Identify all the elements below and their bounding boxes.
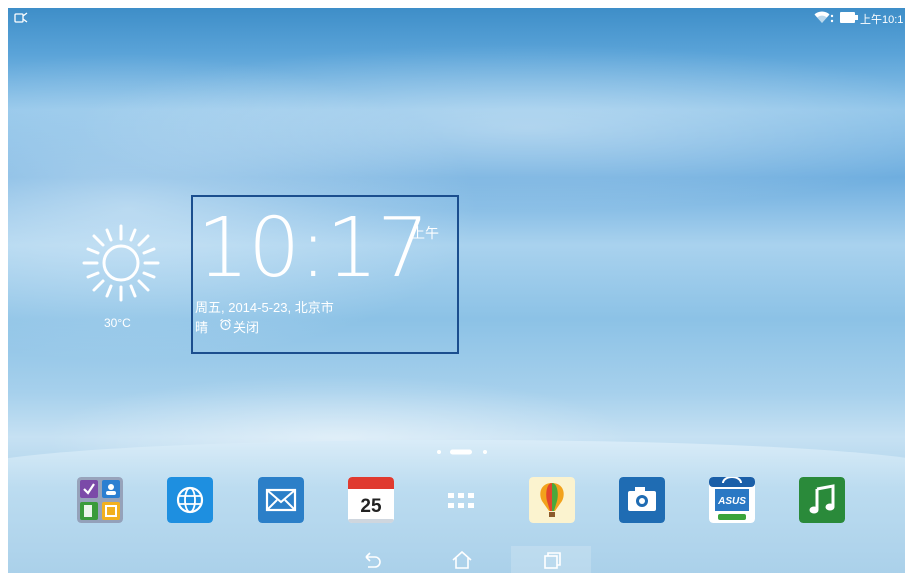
calendar-app-icon[interactable]: 25 bbox=[348, 477, 394, 523]
page-dot bbox=[437, 450, 441, 454]
page-indicator[interactable] bbox=[436, 448, 488, 456]
clock-time: 10:17 bbox=[197, 201, 429, 296]
back-icon[interactable] bbox=[360, 549, 384, 571]
home-icon[interactable] bbox=[450, 549, 474, 571]
music-app-icon[interactable] bbox=[799, 477, 845, 523]
clock-date: 周五, 2014-5-23, 北京市 bbox=[195, 300, 334, 315]
signal-dots-icon bbox=[830, 14, 834, 23]
wifi-icon bbox=[814, 11, 830, 23]
status-time: 上午10:1 bbox=[860, 14, 904, 26]
page-dot-active bbox=[450, 449, 472, 455]
alarm-status: 关闭 bbox=[233, 320, 260, 335]
svg-text:ASUS: ASUS bbox=[717, 496, 746, 507]
weather-temperature: 30°C bbox=[104, 316, 131, 330]
gallery-app-icon[interactable] bbox=[529, 477, 575, 523]
email-app-icon[interactable] bbox=[258, 477, 304, 523]
recent-apps-icon[interactable] bbox=[540, 549, 564, 571]
page-dot bbox=[483, 450, 487, 454]
clock-weather-condition: 晴 bbox=[195, 320, 209, 335]
alarm-icon bbox=[220, 318, 231, 331]
battery-icon bbox=[840, 12, 858, 23]
navigation-bar bbox=[8, 546, 905, 573]
home-screen: 上午10:1 30°C 10:17 上午 周五, 2014-5-23, 北京市 … bbox=[8, 8, 905, 573]
notification-icon bbox=[14, 12, 28, 23]
svg-text:25: 25 bbox=[360, 496, 382, 517]
clock-ampm: 上午 bbox=[411, 225, 439, 241]
sun-icon[interactable] bbox=[80, 222, 162, 304]
camera-app-icon[interactable] bbox=[619, 477, 665, 523]
all-apps-icon[interactable] bbox=[438, 477, 484, 523]
app-dock: 25 ASUS bbox=[8, 474, 905, 528]
browser-app-icon[interactable] bbox=[167, 477, 213, 523]
asus-store-app-icon[interactable]: ASUS bbox=[709, 477, 755, 523]
status-bar[interactable]: 上午10:1 bbox=[8, 8, 905, 30]
folder-app-icon[interactable] bbox=[77, 477, 123, 523]
